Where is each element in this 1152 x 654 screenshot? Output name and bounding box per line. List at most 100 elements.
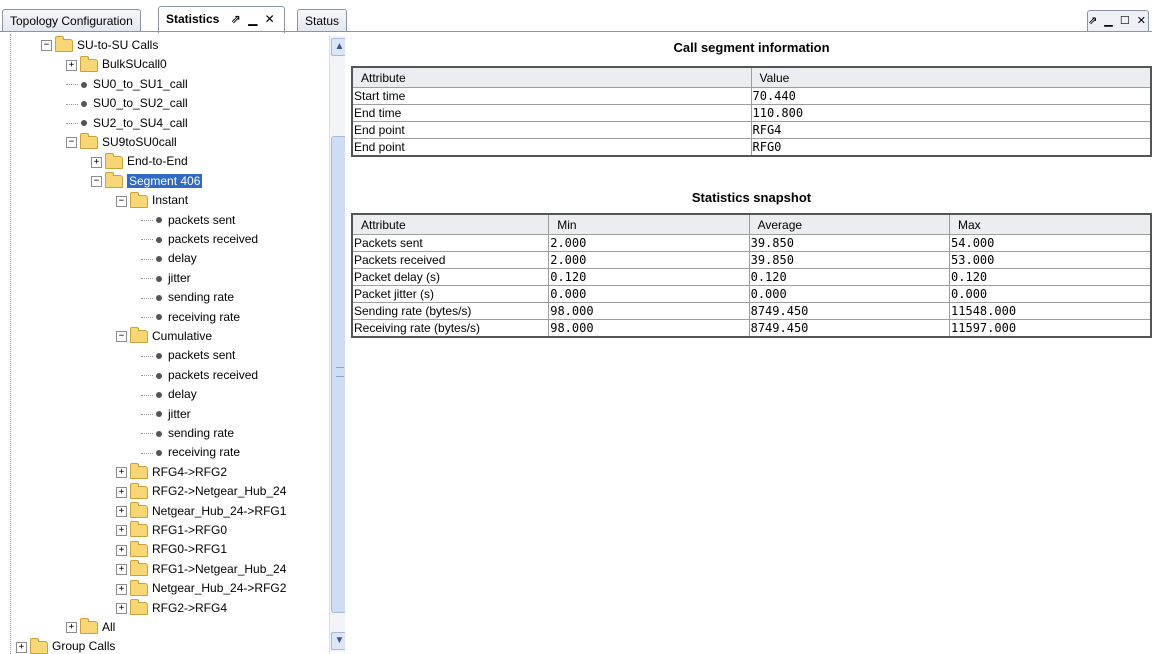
expand-icon[interactable]: + — [116, 505, 127, 517]
bullet-icon — [156, 353, 162, 360]
expand-icon[interactable]: + — [66, 59, 77, 71]
expand-icon[interactable]: + — [116, 486, 127, 498]
column-header[interactable]: Min — [548, 213, 750, 235]
scroll-up-button[interactable]: ▲ — [331, 38, 345, 56]
collapse-icon[interactable]: − — [41, 40, 52, 52]
table-row[interactable]: Packet jitter (s) 0.000 0.000 0.000 — [351, 285, 1152, 303]
table-row[interactable]: Packet delay (s) 0.120 0.120 0.120 — [351, 268, 1152, 286]
tree-item-label: BulkSUcall0 — [102, 57, 167, 72]
tree-folder[interactable]: − SU9toSU0call — [66, 133, 177, 152]
tree-leaf[interactable]: SU2_to_SU4_call — [66, 114, 188, 133]
column-header[interactable]: Max — [949, 213, 1152, 235]
attribute-cell: Sending rate (bytes/s) — [351, 302, 550, 320]
folder-icon — [80, 133, 98, 150]
collapse-icon[interactable]: − — [91, 176, 102, 188]
expand-icon[interactable]: + — [116, 544, 127, 556]
tab-label: Topology Configuration — [10, 14, 133, 28]
folder-icon — [130, 482, 148, 499]
tree-connector — [141, 355, 153, 357]
tree-leaf[interactable]: sending rate — [141, 424, 234, 443]
value-cell: RFG4 — [750, 121, 1152, 139]
table-row[interactable]: End point RFG4 — [351, 121, 1152, 139]
tree-item-label: sending rate — [168, 290, 235, 305]
tree-folder[interactable]: − SU-to-SU Calls — [41, 36, 158, 55]
tree-folder[interactable]: + Netgear_Hub_24->RFG1 — [116, 501, 286, 521]
tree-leaf[interactable]: packets sent — [141, 211, 235, 230]
scroll-thumb[interactable] — [331, 136, 345, 613]
tree-connector — [141, 239, 153, 241]
tree-leaf[interactable]: delay — [141, 385, 197, 404]
tree-item-label: End-to-End — [127, 154, 188, 169]
tree-leaf[interactable]: jitter — [141, 269, 191, 288]
tree-folder[interactable]: + RFG4->RFG2 — [116, 463, 227, 482]
tab-bar: Topology Configuration Statistics ⇗ ▁ ✕ … — [0, 0, 1152, 34]
expand-icon[interactable]: + — [91, 156, 102, 168]
column-header[interactable]: Attribute — [351, 213, 550, 235]
expand-icon[interactable]: + — [116, 564, 127, 576]
tree-leaf[interactable]: packets received — [141, 366, 258, 385]
tree-folder[interactable]: + All — [66, 618, 115, 637]
collapse-icon[interactable]: − — [116, 195, 127, 207]
tab-statistics[interactable]: Statistics ⇗ ▁ ✕ — [158, 6, 285, 33]
vertical-scrollbar[interactable]: ▲ ▼ — [329, 36, 345, 652]
expand-icon[interactable]: + — [116, 467, 127, 479]
tree-folder[interactable]: + RFG1->Netgear_Hub_24 — [116, 560, 286, 579]
table-row[interactable]: Receiving rate (bytes/s) 98.000 8749.450 11… — [351, 319, 1152, 338]
collapse-icon[interactable]: − — [116, 331, 127, 343]
value-cell: 0.120 — [949, 268, 1152, 286]
column-header[interactable]: Average — [748, 213, 951, 235]
value-cell: RFG0 — [750, 138, 1152, 157]
window-controls[interactable]: ⇗ ▁ ☐ ✕ — [1087, 10, 1149, 32]
tree-folder[interactable]: + BulkSUcall0 — [66, 55, 167, 74]
table-row[interactable]: Packets received 2.000 39.850 53.000 — [351, 251, 1152, 269]
column-header[interactable]: Attribute — [351, 66, 752, 88]
expand-icon[interactable]: + — [116, 525, 127, 537]
tree-folder[interactable]: − Instant — [116, 191, 188, 210]
tree-folder[interactable]: + RFG2->RFG4 — [116, 598, 227, 618]
expand-icon[interactable]: + — [116, 583, 127, 595]
folder-icon — [105, 152, 123, 169]
tree-folder[interactable]: − Cumulative — [116, 327, 212, 346]
tree-folder[interactable]: + Group Calls — [16, 637, 115, 654]
tree-folder[interactable]: + Netgear_Hub_24->RFG2 — [116, 579, 286, 598]
table-row[interactable]: Sending rate (bytes/s) 98.000 8749.450 1154… — [351, 302, 1152, 320]
tree-item-label: delay — [168, 251, 197, 266]
bullet-icon — [156, 392, 162, 399]
expand-icon[interactable]: + — [66, 622, 77, 634]
tab-controls[interactable]: ⇗ ▁ ✕ — [231, 12, 277, 26]
bullet-icon — [156, 256, 162, 263]
statistics-tree[interactable]: − SU-to-SU Calls + BulkSUcall0 SU0_to_SU1_ca… — [11, 34, 327, 654]
folder-icon — [130, 579, 148, 596]
tree-leaf[interactable]: SU0_to_SU2_call — [66, 94, 188, 113]
tree-item-label: RFG4->RFG2 — [152, 464, 228, 479]
tree-leaf[interactable]: receiving rate — [141, 443, 240, 462]
tree-connector — [141, 297, 153, 299]
table-row[interactable]: End time 110.800 — [351, 104, 1152, 122]
tree-leaf[interactable]: SU0_to_SU1_call — [66, 75, 188, 94]
scroll-down-button[interactable]: ▼ — [331, 632, 345, 650]
table-row[interactable]: Start time 70.440 — [351, 87, 1152, 105]
tree-leaf[interactable]: packets sent — [141, 346, 235, 365]
tree-leaf[interactable]: packets received — [141, 230, 258, 249]
grip-icon — [336, 367, 344, 377]
tree-folder[interactable]: + RFG0->RFG1 — [116, 540, 227, 559]
tab-status[interactable]: Status — [297, 9, 348, 32]
tree-folder[interactable]: − Segment 406 — [91, 172, 203, 191]
tree-folder[interactable]: + RFG2->Netgear_Hub_24 — [116, 482, 286, 501]
column-header[interactable]: Value — [750, 66, 1152, 88]
expand-icon[interactable]: + — [16, 641, 27, 653]
tree-folder[interactable]: + RFG1->RFG0 — [116, 521, 227, 540]
tree-item-label: Netgear_Hub_24->RFG2 — [152, 581, 287, 596]
tree-leaf[interactable]: receiving rate — [141, 308, 240, 327]
tree-leaf[interactable]: sending rate — [141, 288, 234, 307]
tree-folder[interactable]: + End-to-End — [91, 152, 188, 171]
tab-topology-configuration[interactable]: Topology Configuration — [2, 9, 141, 32]
table-row[interactable]: End point RFG0 — [351, 138, 1152, 157]
tree-leaf[interactable]: delay — [141, 249, 197, 268]
table-row[interactable]: Packets sent 2.000 39.850 54.000 — [351, 234, 1152, 252]
value-cell: 2.000 — [548, 234, 750, 252]
expand-icon[interactable]: + — [116, 602, 127, 614]
tree-item-label: SU0_to_SU2_call — [93, 96, 188, 111]
tree-leaf[interactable]: jitter — [141, 405, 191, 424]
collapse-icon[interactable]: − — [66, 137, 77, 149]
